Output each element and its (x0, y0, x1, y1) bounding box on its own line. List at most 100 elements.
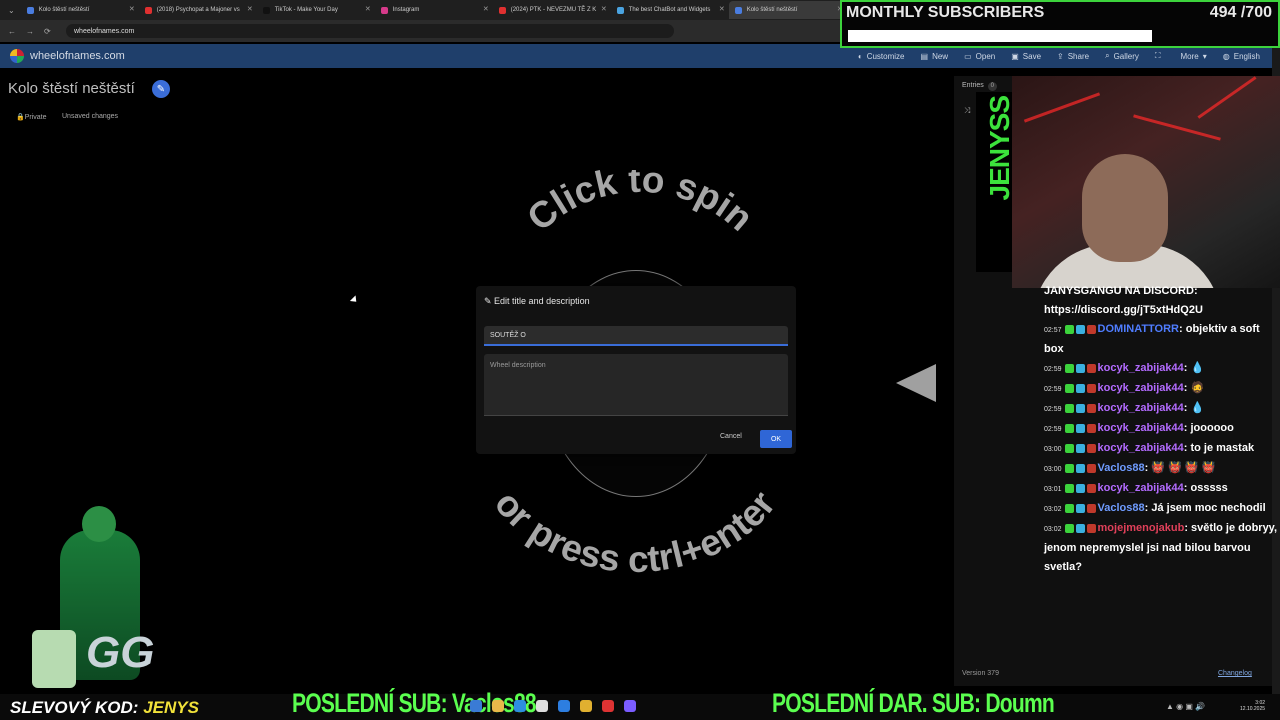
changelog-link[interactable]: Changelog (1218, 670, 1252, 677)
favicon-icon (262, 6, 270, 14)
streamer-tag: JENYSS (984, 96, 1015, 201)
chat-username[interactable]: kocyk_zabijak44 (1098, 422, 1184, 434)
chat-time: 03:01 (1044, 486, 1062, 493)
chat-username[interactable]: Vaclos88 (1098, 502, 1145, 514)
close-tab-icon[interactable]: ✕ (129, 5, 135, 13)
chat-time: 03:02 (1044, 506, 1062, 513)
ok-button[interactable]: OK (760, 430, 792, 448)
close-tab-icon[interactable]: ✕ (365, 5, 371, 13)
chat-username[interactable]: kocyk_zabijak44 (1098, 402, 1184, 414)
subscriber-progress-bar (848, 30, 1152, 42)
edge-icon[interactable] (514, 700, 526, 712)
menu-item[interactable]: ⛶ (1155, 51, 1165, 61)
address-input[interactable]: wheelofnames.com (66, 24, 674, 38)
chat-badge-icon (1064, 363, 1074, 373)
pencil-icon: ✎ (156, 83, 166, 95)
edit-title-dialog: ✎ Edit title and description SOUTĚŽ O Wh… (476, 286, 796, 454)
chat-badge-icon (1064, 383, 1074, 393)
wheel-description-input[interactable]: Wheel description (484, 354, 788, 416)
chat-time: 02:59 (1044, 386, 1062, 393)
system-clock[interactable]: 3:02 12.10.2025 (1240, 700, 1265, 712)
tab-list-icon[interactable]: ⌄ (8, 6, 15, 15)
tab-label: Kolo štěstí neštěstí (38, 7, 90, 13)
share-icon: ⇪ (1057, 51, 1064, 61)
discord-icon[interactable] (624, 700, 636, 712)
menu-item[interactable]: ▤ New (921, 51, 949, 61)
click-to-spin-text[interactable]: Click to spin (519, 170, 760, 239)
menu-item[interactable]: ▣ Save (1011, 51, 1041, 61)
browser-tab[interactable]: The best ChatBot and Widgets ✕ (611, 1, 729, 19)
clock-date: 12.10.2025 (1240, 706, 1266, 712)
browser-tab[interactable]: (2024) PTK - NEVEZMU TĚ Z K ✕ (493, 1, 611, 19)
search-icon: ⌕ (1105, 51, 1110, 60)
system-tray-icons[interactable]: ▲ ◉ ▣ 🔊 (1166, 702, 1205, 711)
chrome-icon[interactable] (580, 700, 592, 712)
chat-username[interactable]: DOMINATTORR (1098, 323, 1179, 335)
neon-light (1133, 114, 1221, 141)
chat-username[interactable]: kocyk_zabijak44 (1098, 362, 1184, 374)
store-icon[interactable] (536, 700, 548, 712)
chat-username[interactable]: Vaclos88 (1098, 462, 1145, 474)
menu-item[interactable]: ⌕ Gallery (1105, 51, 1139, 61)
chat-text: JANYSGANGU NA DISCORD: https://discord.g… (1044, 285, 1203, 316)
cancel-button[interactable]: Cancel (720, 433, 742, 440)
chat-message: 02:59 kocyk_zabijak44: joooooo (1044, 419, 1280, 439)
chat-badge-icon (1075, 383, 1085, 393)
save-icon: ▣ (1011, 51, 1019, 61)
neon-light (1023, 92, 1101, 123)
menu-item[interactable]: ▭ Open (964, 51, 995, 61)
chat-text: : to je mastak (1183, 442, 1255, 454)
wheel-title-input[interactable]: SOUTĚŽ O (484, 326, 788, 346)
mail-icon[interactable] (558, 700, 570, 712)
close-tab-icon[interactable]: ✕ (247, 5, 253, 13)
chat-text: : osssss (1183, 482, 1228, 494)
close-tab-icon[interactable]: ✕ (719, 5, 725, 13)
shuffle-icon[interactable]: ⤨ (964, 106, 970, 116)
chat-time: 02:59 (1044, 426, 1062, 433)
browser-tab[interactable]: TikTok - Make Your Day ✕ (257, 1, 375, 19)
explorer-icon[interactable] (492, 700, 504, 712)
site-name[interactable]: wheelofnames.com (30, 50, 125, 62)
menu-item[interactable]: ◍ English (1223, 51, 1260, 61)
chat-badge-icon (1064, 523, 1074, 533)
chat-username[interactable]: kocyk_zabijak44 (1098, 382, 1184, 394)
back-icon[interactable]: ← (8, 27, 18, 36)
browser-tab[interactable]: (2018) Psychopat a Majoner vs ✕ (139, 1, 257, 19)
obs-icon[interactable] (602, 700, 614, 712)
chat-username[interactable]: kocyk_zabijak44 (1098, 482, 1184, 494)
reload-icon[interactable]: ⟳ (44, 27, 54, 36)
globe-icon: ◍ (1222, 51, 1230, 61)
menu-item[interactable]: ◐ Customize (858, 51, 905, 61)
chat-badge-icon (1086, 423, 1096, 433)
chat-username[interactable]: kocyk_zabijak44 (1098, 442, 1184, 454)
wheel-logo-icon (10, 49, 24, 63)
chat-badge-icon (1075, 403, 1085, 413)
close-tab-icon[interactable]: ✕ (483, 5, 489, 13)
chat-badge-icon (1064, 443, 1074, 453)
chat-username[interactable]: mojejmenojakub (1098, 522, 1185, 534)
edit-title-button[interactable]: ✎ (152, 80, 170, 98)
tab-label: Instagram (392, 7, 420, 13)
menu-item[interactable]: ⇪ Share (1057, 51, 1089, 61)
chat-badge-icon (1064, 483, 1074, 493)
dialog-title: ✎ Edit title and description (484, 296, 590, 307)
close-tab-icon[interactable]: ✕ (601, 5, 607, 13)
chat-time: 03:02 (1044, 526, 1062, 533)
menu-item-label: Share (1067, 51, 1090, 61)
privacy-status[interactable]: 🔒Private (16, 113, 47, 121)
promo-code-banner: SLEVOVÝ KOD: JENYS (10, 698, 199, 718)
browser-tab[interactable]: Kolo štěstí neštěstí ✕ (21, 1, 139, 19)
menu-item-label: More (1180, 51, 1199, 61)
chat-message: 02:59 kocyk_zabijak44: 💧 (1044, 399, 1280, 419)
menu-item[interactable]: More ▾ (1181, 51, 1207, 61)
favicon-icon (734, 6, 742, 14)
chat-message: 02:59 kocyk_zabijak44: 🧔 (1044, 379, 1280, 399)
start-icon[interactable] (470, 700, 482, 712)
browser-tab[interactable]: Instagram ✕ (375, 1, 493, 19)
entries-tab[interactable]: Entries 0 (962, 82, 997, 91)
svg-text:Click to spin: Click to spin (519, 170, 760, 239)
browser-tab[interactable]: Kolo štěstí neštěstí✕ (728, 1, 847, 19)
forward-icon[interactable]: → (26, 27, 36, 36)
favicon-icon (144, 6, 152, 14)
chat-message: 02:59 kocyk_zabijak44: 💧 (1044, 359, 1280, 379)
